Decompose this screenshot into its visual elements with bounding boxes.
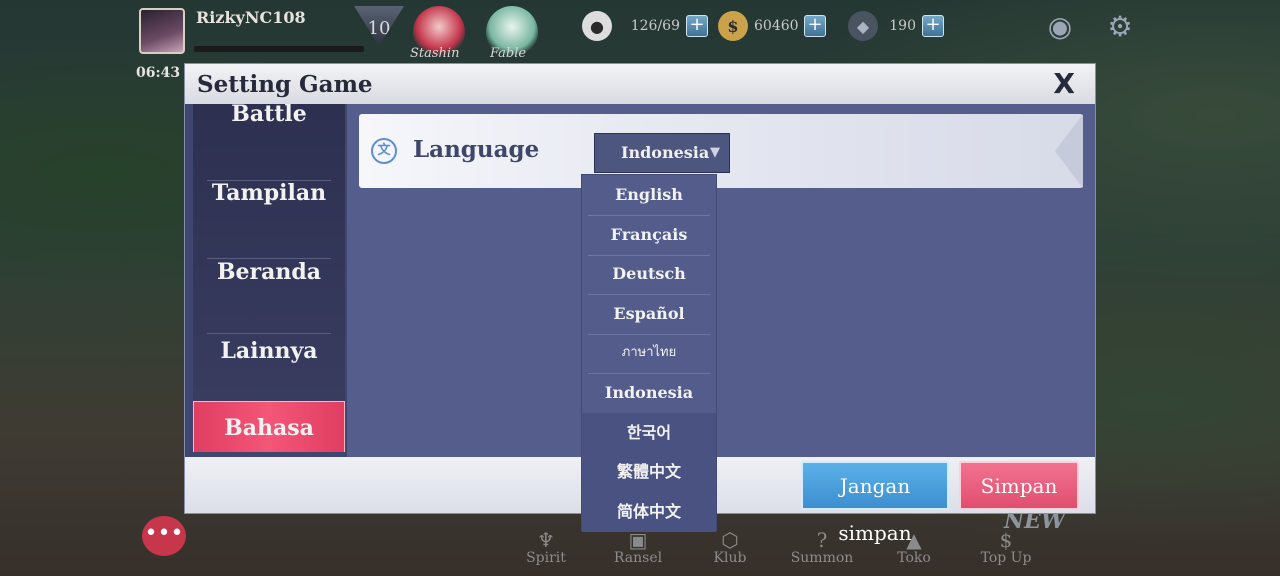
language-option-deutsch[interactable]: Deutsch: [582, 254, 716, 294]
stamina-resource: ● 126/69 +: [582, 10, 708, 42]
bottom-nav: ♆ Spirit ▣ Ransel ⬡ Klub ? Summon ▲ Toko $ Top…: [500, 528, 1052, 566]
gold-value: 60460: [754, 18, 799, 34]
rice-ball-icon: ●: [582, 11, 612, 41]
event-label-stashin: Stashin: [410, 46, 460, 61]
coin-icon: $: [718, 11, 748, 41]
crystal-value: 190: [889, 18, 916, 34]
language-select[interactable]: Indonesia ▼: [594, 133, 730, 173]
nav-spirit[interactable]: ♆ Spirit: [500, 528, 592, 566]
crystal-icon: ◆: [848, 11, 878, 41]
gold-resource: $ 60460 +: [718, 10, 826, 42]
chat-icon[interactable]: •••: [142, 516, 186, 556]
language-icon: 文: [371, 138, 397, 164]
level-badge: 10: [354, 6, 404, 46]
language-dropdown: English Français Deutsch Español ภาษาไทย…: [581, 174, 717, 532]
settings-sidebar: Battle Tampilan Beranda Lainnya Bahasa: [193, 104, 345, 452]
dialog-title: Setting Game: [197, 71, 373, 98]
language-option-thai[interactable]: ภาษาไทย: [582, 333, 716, 373]
dialog-header: Setting Game X: [185, 64, 1095, 104]
crystal-resource: ◆ 190 +: [848, 10, 944, 42]
sidebar-item-battle[interactable]: Battle: [193, 104, 345, 140]
language-option-espanol[interactable]: Español: [582, 294, 716, 334]
language-option-english[interactable]: English: [582, 175, 716, 215]
settings-content: 文 Language Indonesia ▼: [347, 104, 1095, 457]
sidebar-item-tampilan[interactable]: Tampilan: [193, 167, 345, 219]
language-label: Language: [413, 136, 540, 163]
eye-icon[interactable]: ◉: [1040, 6, 1080, 46]
stamina-value: 126/69: [630, 18, 680, 34]
nav-spirit-label: Spirit: [526, 550, 566, 566]
language-row: 文 Language Indonesia ▼: [359, 114, 1083, 188]
gear-icon[interactable]: ⚙: [1100, 6, 1140, 46]
close-button[interactable]: X: [1053, 67, 1075, 100]
add-gold-button[interactable]: +: [804, 15, 826, 37]
add-stamina-button[interactable]: +: [686, 15, 708, 37]
event-label-fable: Fable: [490, 46, 527, 61]
dont-save-button[interactable]: Jangan simpan: [801, 461, 949, 545]
sidebar-item-beranda[interactable]: Beranda: [193, 246, 345, 298]
language-option-korean[interactable]: 한국어: [582, 413, 716, 453]
nav-klub[interactable]: ⬡ Klub: [684, 528, 776, 566]
player-exp-bar: [194, 46, 364, 52]
add-crystal-button[interactable]: +: [922, 15, 944, 37]
player-name: RizkyNC108: [196, 8, 306, 27]
player-avatar[interactable]: [139, 8, 185, 54]
nav-klub-label: Klub: [713, 550, 747, 566]
top-hud: RizkyNC108 10 Stashin Fable ● 126/69 + $…: [0, 0, 1280, 64]
save-button[interactable]: Simpan: [959, 461, 1079, 510]
language-select-value: Indonesia: [621, 143, 710, 162]
language-option-francais[interactable]: Français: [582, 215, 716, 255]
language-option-simplified-chinese[interactable]: 简体中文: [582, 492, 716, 532]
chevron-down-icon: ▼: [710, 145, 720, 160]
language-option-traditional-chinese[interactable]: 繁體中文: [582, 452, 716, 492]
nav-topup-label: Top Up: [980, 550, 1032, 566]
language-option-indonesia[interactable]: Indonesia: [582, 373, 716, 413]
sidebar-item-bahasa[interactable]: Bahasa: [193, 401, 345, 452]
nav-ransel[interactable]: ▣ Ransel: [592, 528, 684, 566]
nav-ransel-label: Ransel: [613, 550, 663, 566]
spirit-icon: ♆: [537, 528, 555, 552]
sidebar-item-lainnya[interactable]: Lainnya: [193, 325, 345, 377]
timer: 06:43: [136, 65, 181, 81]
